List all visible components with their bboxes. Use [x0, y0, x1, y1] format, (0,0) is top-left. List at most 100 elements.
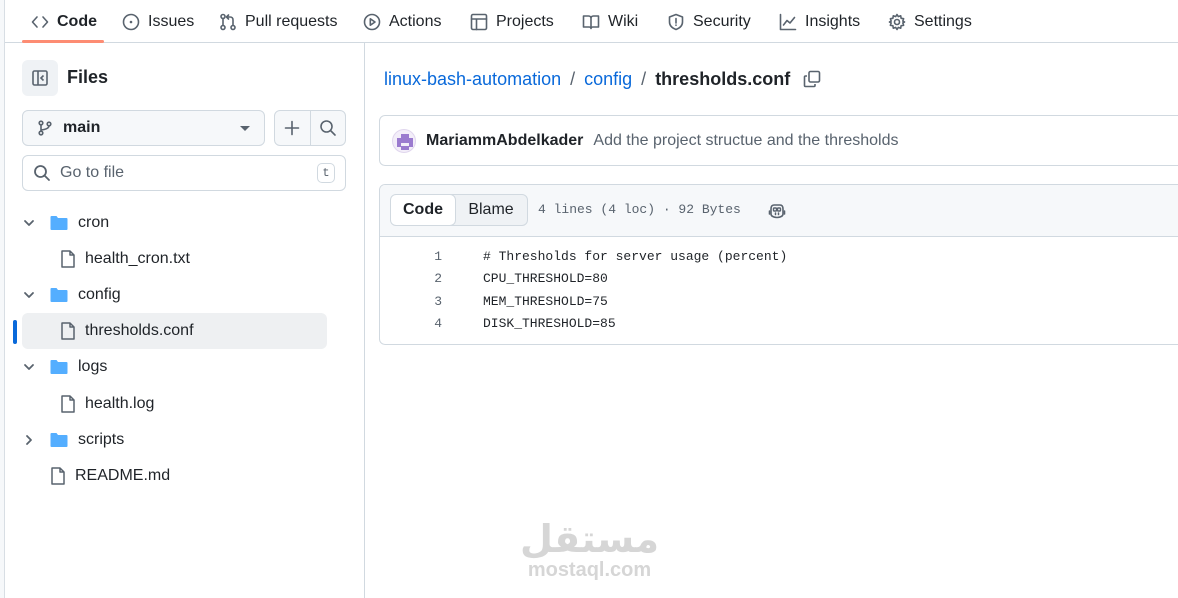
tab-insights[interactable]: Insights: [779, 0, 860, 43]
tree-item-label: logs: [78, 358, 108, 375]
watermark-latin: mostaql.com: [527, 559, 652, 581]
sidebar-collapse-icon: [32, 70, 48, 86]
graph-icon: [779, 13, 797, 30]
file-icon: [61, 250, 75, 268]
line-number[interactable]: 2: [380, 271, 442, 286]
file-viewer: Code Blame 4 lines (4 loc) · 92 Bytes 1 …: [379, 184, 1178, 345]
tree-file-thresholds[interactable]: thresholds.conf: [22, 313, 327, 349]
tree-item-label: scripts: [78, 431, 125, 448]
search-code-button[interactable]: [311, 111, 346, 145]
tab-security[interactable]: Security: [667, 0, 751, 43]
line-text: # Thresholds for server usage (percent): [483, 248, 788, 264]
commit-author[interactable]: MariammAbdelkader: [426, 132, 583, 150]
tree-item-label: health_cron.txt: [85, 250, 190, 267]
line-text: DISK_THRESHOLD=85: [483, 316, 616, 332]
tab-code-label: Code: [57, 12, 97, 30]
latest-commit-box: MariammAbdelkader Add the project struct…: [379, 115, 1178, 166]
search-icon: [319, 120, 336, 136]
tree-item-label: README.md: [75, 467, 171, 484]
folder-open-icon: [50, 216, 68, 230]
tab-projects[interactable]: Projects: [470, 0, 554, 43]
folder-icon: [50, 433, 68, 447]
code-view-button[interactable]: Code: [391, 195, 456, 225]
avatar[interactable]: [392, 128, 416, 153]
tree-folder-logs[interactable]: logs: [22, 349, 327, 385]
tree-item-label: health.log: [85, 395, 155, 412]
table-icon: [470, 13, 488, 30]
play-icon: [363, 13, 381, 30]
breadcrumb: linux-bash-automation / config / thresho…: [384, 67, 821, 91]
add-file-button[interactable]: [275, 111, 311, 145]
tree-file-health-log[interactable]: health.log: [60, 386, 327, 422]
line-text: CPU_THRESHOLD=80: [483, 271, 608, 287]
tab-insights-label: Insights: [805, 12, 861, 30]
shield-icon: [668, 13, 684, 30]
line-number[interactable]: 1: [380, 249, 442, 264]
blame-view-button[interactable]: Blame: [455, 195, 527, 225]
copy-icon[interactable]: [803, 70, 821, 88]
breadcrumb-current-file: thresholds.conf: [655, 68, 791, 89]
book-icon: [582, 14, 600, 29]
tab-issues-label: Issues: [148, 12, 195, 30]
file-header: Code Blame 4 lines (4 loc) · 92 Bytes: [380, 185, 1178, 237]
git-branch-icon: [38, 120, 52, 136]
issue-opened-icon: [122, 13, 140, 30]
folder-open-icon: [50, 360, 68, 374]
watermark-arabic: مستقل: [520, 517, 659, 561]
breadcrumb-repo-link[interactable]: linux-bash-automation: [384, 69, 561, 90]
code-content: 1 # Thresholds for server usage (percent…: [380, 245, 1178, 335]
plus-icon: [284, 120, 300, 136]
tree-folder-scripts[interactable]: scripts: [22, 422, 327, 458]
tab-code[interactable]: Code: [31, 0, 97, 43]
tree-file-readme[interactable]: README.md: [50, 458, 327, 494]
git-pull-request-icon: [220, 13, 236, 30]
code-icon: [31, 15, 49, 28]
chevron-down-icon: [24, 220, 34, 226]
tab-actions[interactable]: Actions: [363, 0, 441, 43]
tab-settings-label: Settings: [914, 12, 972, 30]
tree-folder-config[interactable]: config: [22, 277, 327, 313]
tree-item-label: cron: [78, 214, 110, 231]
code-line: 3 MEM_THRESHOLD=75: [380, 290, 1178, 313]
breadcrumb-separator: /: [570, 68, 576, 89]
tab-pull-requests-label: Pull requests: [245, 12, 338, 30]
file-tree-sidebar: Files main Go to file t cron health_cron…: [5, 43, 365, 598]
branch-name: main: [63, 119, 101, 136]
tab-wiki-label: Wiki: [608, 12, 639, 30]
tab-actions-label: Actions: [389, 12, 442, 30]
tree-item-label: config: [78, 286, 121, 303]
watermark: مستقل mostaql.com: [517, 518, 662, 580]
branch-selector[interactable]: main: [22, 110, 265, 146]
folder-open-icon: [50, 288, 68, 302]
tree-file-health-cron[interactable]: health_cron.txt: [60, 241, 327, 277]
breadcrumb-folder-link[interactable]: config: [584, 69, 632, 90]
go-to-file-input[interactable]: Go to file t: [22, 155, 346, 191]
tab-settings[interactable]: Settings: [888, 0, 972, 43]
chevron-down-icon: [240, 125, 250, 131]
files-title: Files: [67, 67, 109, 87]
line-number[interactable]: 3: [380, 294, 442, 309]
tab-pull-requests[interactable]: Pull requests: [219, 0, 338, 43]
tree-item-label: thresholds.conf: [85, 322, 194, 339]
shortcut-key: t: [317, 163, 335, 183]
tab-wiki[interactable]: Wiki: [582, 0, 638, 43]
file-actions-group: [274, 110, 346, 146]
collapse-sidebar-button[interactable]: [22, 60, 58, 96]
commit-message[interactable]: Add the project structue and the thresho…: [593, 132, 898, 150]
code-line: 4 DISK_THRESHOLD=85: [380, 313, 1178, 336]
code-line: 1 # Thresholds for server usage (percent…: [380, 245, 1178, 268]
tab-issues[interactable]: Issues: [122, 0, 194, 43]
copilot-icon[interactable]: [767, 201, 787, 221]
tree-folder-cron[interactable]: cron: [22, 205, 327, 241]
file-info: 4 lines (4 loc) · 92 Bytes: [538, 202, 741, 217]
chevron-right-icon: [26, 435, 32, 445]
breadcrumb-separator: /: [641, 68, 647, 89]
file-icon: [61, 395, 75, 413]
gear-icon: [888, 13, 906, 30]
file-icon: [61, 322, 75, 340]
tab-projects-label: Projects: [496, 12, 554, 30]
line-number[interactable]: 4: [380, 316, 442, 331]
chevron-down-icon: [24, 292, 34, 298]
repo-nav: Code Issues Pull requests Actions Projec…: [5, 0, 1178, 43]
line-text: MEM_THRESHOLD=75: [483, 293, 608, 309]
